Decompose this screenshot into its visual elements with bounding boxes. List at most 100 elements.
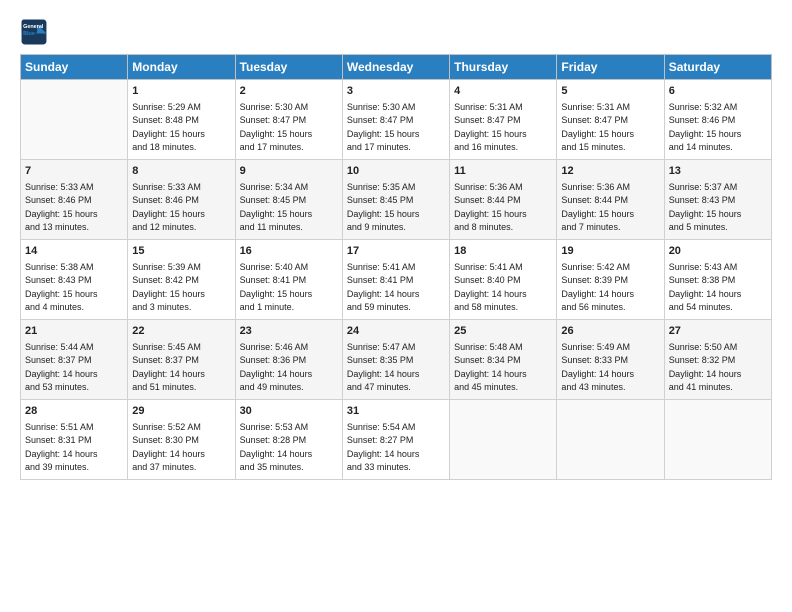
day-number: 14 bbox=[25, 244, 123, 260]
calendar-cell: 6Sunrise: 5:32 AMSunset: 8:46 PMDaylight… bbox=[664, 80, 771, 160]
day-info: Sunrise: 5:35 AMSunset: 8:45 PMDaylight:… bbox=[347, 181, 445, 235]
day-info: Sunrise: 5:30 AMSunset: 8:47 PMDaylight:… bbox=[347, 101, 445, 155]
calendar-cell bbox=[450, 399, 557, 479]
day-info: Sunrise: 5:41 AMSunset: 8:41 PMDaylight:… bbox=[347, 261, 445, 315]
calendar-cell: 19Sunrise: 5:42 AMSunset: 8:39 PMDayligh… bbox=[557, 239, 664, 319]
day-number: 22 bbox=[132, 324, 230, 340]
calendar-cell: 21Sunrise: 5:44 AMSunset: 8:37 PMDayligh… bbox=[21, 319, 128, 399]
calendar-header-row: SundayMondayTuesdayWednesdayThursdayFrid… bbox=[21, 55, 772, 80]
day-number: 17 bbox=[347, 244, 445, 260]
day-info: Sunrise: 5:40 AMSunset: 8:41 PMDaylight:… bbox=[240, 261, 338, 315]
day-number: 29 bbox=[132, 404, 230, 420]
calendar-cell: 18Sunrise: 5:41 AMSunset: 8:40 PMDayligh… bbox=[450, 239, 557, 319]
day-info: Sunrise: 5:31 AMSunset: 8:47 PMDaylight:… bbox=[561, 101, 659, 155]
day-info: Sunrise: 5:44 AMSunset: 8:37 PMDaylight:… bbox=[25, 341, 123, 395]
logo-icon: General Blue bbox=[20, 18, 48, 46]
day-number: 11 bbox=[454, 164, 552, 180]
calendar-body: 1Sunrise: 5:29 AMSunset: 8:48 PMDaylight… bbox=[21, 80, 772, 480]
header-friday: Friday bbox=[557, 55, 664, 80]
calendar-cell: 15Sunrise: 5:39 AMSunset: 8:42 PMDayligh… bbox=[128, 239, 235, 319]
calendar-cell: 13Sunrise: 5:37 AMSunset: 8:43 PMDayligh… bbox=[664, 159, 771, 239]
day-number: 2 bbox=[240, 84, 338, 100]
day-number: 13 bbox=[669, 164, 767, 180]
day-number: 16 bbox=[240, 244, 338, 260]
day-info: Sunrise: 5:37 AMSunset: 8:43 PMDaylight:… bbox=[669, 181, 767, 235]
day-number: 8 bbox=[132, 164, 230, 180]
day-info: Sunrise: 5:33 AMSunset: 8:46 PMDaylight:… bbox=[25, 181, 123, 235]
week-row-1: 1Sunrise: 5:29 AMSunset: 8:48 PMDaylight… bbox=[21, 80, 772, 160]
calendar-cell: 25Sunrise: 5:48 AMSunset: 8:34 PMDayligh… bbox=[450, 319, 557, 399]
day-number: 7 bbox=[25, 164, 123, 180]
calendar-cell: 31Sunrise: 5:54 AMSunset: 8:27 PMDayligh… bbox=[342, 399, 449, 479]
day-number: 15 bbox=[132, 244, 230, 260]
calendar-table: SundayMondayTuesdayWednesdayThursdayFrid… bbox=[20, 54, 772, 480]
day-info: Sunrise: 5:54 AMSunset: 8:27 PMDaylight:… bbox=[347, 421, 445, 475]
day-number: 12 bbox=[561, 164, 659, 180]
calendar-cell: 22Sunrise: 5:45 AMSunset: 8:37 PMDayligh… bbox=[128, 319, 235, 399]
day-number: 4 bbox=[454, 84, 552, 100]
day-number: 1 bbox=[132, 84, 230, 100]
week-row-3: 14Sunrise: 5:38 AMSunset: 8:43 PMDayligh… bbox=[21, 239, 772, 319]
header-wednesday: Wednesday bbox=[342, 55, 449, 80]
calendar-cell: 16Sunrise: 5:40 AMSunset: 8:41 PMDayligh… bbox=[235, 239, 342, 319]
day-number: 20 bbox=[669, 244, 767, 260]
calendar-cell: 28Sunrise: 5:51 AMSunset: 8:31 PMDayligh… bbox=[21, 399, 128, 479]
calendar-cell: 2Sunrise: 5:30 AMSunset: 8:47 PMDaylight… bbox=[235, 80, 342, 160]
week-row-2: 7Sunrise: 5:33 AMSunset: 8:46 PMDaylight… bbox=[21, 159, 772, 239]
day-info: Sunrise: 5:39 AMSunset: 8:42 PMDaylight:… bbox=[132, 261, 230, 315]
day-info: Sunrise: 5:29 AMSunset: 8:48 PMDaylight:… bbox=[132, 101, 230, 155]
day-info: Sunrise: 5:51 AMSunset: 8:31 PMDaylight:… bbox=[25, 421, 123, 475]
calendar-cell: 10Sunrise: 5:35 AMSunset: 8:45 PMDayligh… bbox=[342, 159, 449, 239]
day-info: Sunrise: 5:45 AMSunset: 8:37 PMDaylight:… bbox=[132, 341, 230, 395]
day-info: Sunrise: 5:31 AMSunset: 8:47 PMDaylight:… bbox=[454, 101, 552, 155]
day-number: 30 bbox=[240, 404, 338, 420]
day-info: Sunrise: 5:30 AMSunset: 8:47 PMDaylight:… bbox=[240, 101, 338, 155]
calendar-cell: 17Sunrise: 5:41 AMSunset: 8:41 PMDayligh… bbox=[342, 239, 449, 319]
day-info: Sunrise: 5:46 AMSunset: 8:36 PMDaylight:… bbox=[240, 341, 338, 395]
calendar-cell: 23Sunrise: 5:46 AMSunset: 8:36 PMDayligh… bbox=[235, 319, 342, 399]
day-info: Sunrise: 5:34 AMSunset: 8:45 PMDaylight:… bbox=[240, 181, 338, 235]
day-number: 25 bbox=[454, 324, 552, 340]
header-tuesday: Tuesday bbox=[235, 55, 342, 80]
day-info: Sunrise: 5:52 AMSunset: 8:30 PMDaylight:… bbox=[132, 421, 230, 475]
day-number: 26 bbox=[561, 324, 659, 340]
calendar-cell: 12Sunrise: 5:36 AMSunset: 8:44 PMDayligh… bbox=[557, 159, 664, 239]
calendar-cell: 5Sunrise: 5:31 AMSunset: 8:47 PMDaylight… bbox=[557, 80, 664, 160]
calendar-cell: 27Sunrise: 5:50 AMSunset: 8:32 PMDayligh… bbox=[664, 319, 771, 399]
day-info: Sunrise: 5:32 AMSunset: 8:46 PMDaylight:… bbox=[669, 101, 767, 155]
calendar-cell bbox=[557, 399, 664, 479]
day-number: 18 bbox=[454, 244, 552, 260]
day-info: Sunrise: 5:43 AMSunset: 8:38 PMDaylight:… bbox=[669, 261, 767, 315]
day-number: 10 bbox=[347, 164, 445, 180]
day-number: 5 bbox=[561, 84, 659, 100]
day-info: Sunrise: 5:50 AMSunset: 8:32 PMDaylight:… bbox=[669, 341, 767, 395]
calendar-cell: 3Sunrise: 5:30 AMSunset: 8:47 PMDaylight… bbox=[342, 80, 449, 160]
day-info: Sunrise: 5:48 AMSunset: 8:34 PMDaylight:… bbox=[454, 341, 552, 395]
svg-text:General: General bbox=[23, 24, 44, 30]
logo: General Blue bbox=[20, 18, 52, 46]
day-number: 3 bbox=[347, 84, 445, 100]
day-number: 31 bbox=[347, 404, 445, 420]
calendar-cell: 7Sunrise: 5:33 AMSunset: 8:46 PMDaylight… bbox=[21, 159, 128, 239]
header-sunday: Sunday bbox=[21, 55, 128, 80]
calendar-cell bbox=[664, 399, 771, 479]
calendar-cell bbox=[21, 80, 128, 160]
day-info: Sunrise: 5:41 AMSunset: 8:40 PMDaylight:… bbox=[454, 261, 552, 315]
day-info: Sunrise: 5:42 AMSunset: 8:39 PMDaylight:… bbox=[561, 261, 659, 315]
day-number: 6 bbox=[669, 84, 767, 100]
day-info: Sunrise: 5:47 AMSunset: 8:35 PMDaylight:… bbox=[347, 341, 445, 395]
day-number: 24 bbox=[347, 324, 445, 340]
calendar-cell: 1Sunrise: 5:29 AMSunset: 8:48 PMDaylight… bbox=[128, 80, 235, 160]
day-info: Sunrise: 5:38 AMSunset: 8:43 PMDaylight:… bbox=[25, 261, 123, 315]
day-number: 9 bbox=[240, 164, 338, 180]
calendar-cell: 29Sunrise: 5:52 AMSunset: 8:30 PMDayligh… bbox=[128, 399, 235, 479]
header-monday: Monday bbox=[128, 55, 235, 80]
calendar-cell: 8Sunrise: 5:33 AMSunset: 8:46 PMDaylight… bbox=[128, 159, 235, 239]
day-number: 21 bbox=[25, 324, 123, 340]
week-row-4: 21Sunrise: 5:44 AMSunset: 8:37 PMDayligh… bbox=[21, 319, 772, 399]
calendar-cell: 14Sunrise: 5:38 AMSunset: 8:43 PMDayligh… bbox=[21, 239, 128, 319]
day-info: Sunrise: 5:36 AMSunset: 8:44 PMDaylight:… bbox=[561, 181, 659, 235]
day-info: Sunrise: 5:53 AMSunset: 8:28 PMDaylight:… bbox=[240, 421, 338, 475]
svg-text:Blue: Blue bbox=[23, 31, 35, 37]
day-number: 27 bbox=[669, 324, 767, 340]
